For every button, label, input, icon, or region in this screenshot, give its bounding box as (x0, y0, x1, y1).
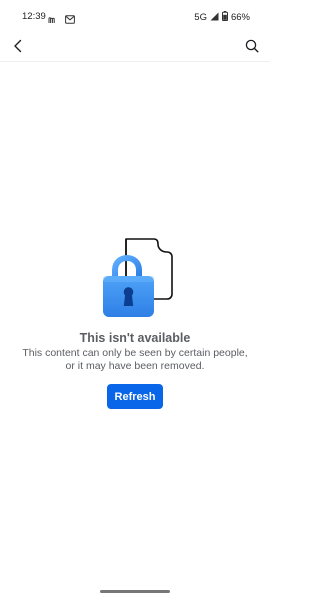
search-button[interactable] (242, 38, 262, 58)
signal-icon (210, 12, 219, 24)
battery-icon (221, 11, 228, 24)
refresh-button[interactable]: Refresh (106, 384, 164, 409)
status-bar: 12:39 5G 66% (0, 0, 270, 34)
status-indicators: 5G 66% (194, 11, 250, 24)
empty-state-title: This isn't available (79, 331, 191, 345)
padlock-document-illustration (103, 238, 173, 317)
gmail-icon (65, 11, 75, 29)
content-unavailable-panel: This isn't available This content can on… (0, 236, 270, 409)
home-indicator[interactable] (100, 590, 170, 593)
chevron-left-icon (12, 39, 24, 58)
status-time: 12:39 (22, 11, 46, 22)
back-button[interactable] (8, 38, 28, 58)
battery-percent: 66% (230, 12, 250, 23)
empty-state-message: This content can only be seen by certain… (22, 347, 248, 372)
network-type: 5G (194, 12, 207, 23)
m-app-icon (48, 11, 58, 29)
search-icon (245, 39, 259, 58)
notification-icons (48, 11, 75, 29)
app-bar (0, 34, 270, 62)
